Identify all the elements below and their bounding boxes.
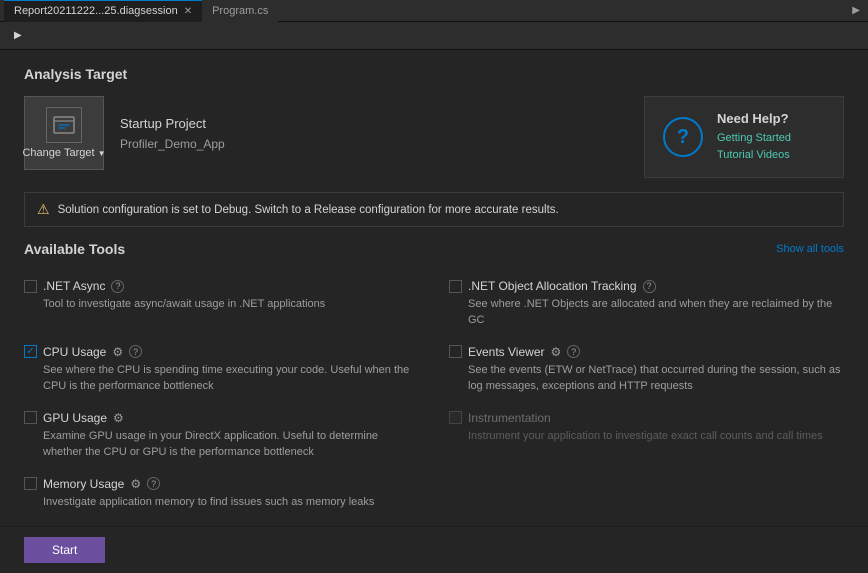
tool-desc-dotnet-object-allocation: See where .NET Objects are allocated and… — [449, 297, 844, 329]
tutorial-videos-link[interactable]: Tutorial Videos — [717, 147, 791, 164]
gear-icon-memory-usage[interactable]: ⚙ — [130, 477, 141, 491]
tab-program-cs-label: Program.cs — [212, 5, 268, 17]
dropdown-arrow: ▼ — [98, 149, 106, 158]
main-container: ▶ Analysis Target — [0, 22, 868, 573]
tool-desc-events-viewer: See the events (ETW or NetTrace) that oc… — [449, 363, 844, 395]
tool-item-instrumentation: Instrumentation Instrument your applicati… — [449, 403, 844, 469]
tab-diagsession-label: Report20211222...25.diagsession — [14, 5, 178, 17]
tool-header-row-events-viewer: Events Viewer ⚙? — [449, 345, 844, 359]
tool-name-gpu-usage: GPU Usage — [43, 411, 107, 425]
info-icon-dotnet-object-allocation[interactable]: ? — [643, 280, 656, 293]
tool-header-row-cpu-usage: CPU Usage ⚙? — [24, 345, 419, 359]
tool-checkbox-dotnet-object-allocation[interactable] — [449, 280, 462, 293]
warning-bar: ⚠ Solution configuration is set to Debug… — [24, 192, 844, 227]
analysis-target-title: Analysis Target — [24, 66, 844, 82]
tool-name-cpu-usage: CPU Usage — [43, 345, 106, 359]
tools-header: Available Tools Show all tools — [24, 241, 844, 257]
tool-desc-dotnet-async: Tool to investigate async/await usage in… — [24, 297, 419, 313]
help-box: ? Need Help? Getting Started Tutorial Vi… — [644, 96, 844, 178]
warning-icon: ⚠ — [37, 201, 50, 218]
tool-checkbox-events-viewer[interactable] — [449, 345, 462, 358]
tool-item-dotnet-object-allocation: .NET Object Allocation Tracking? See wher… — [449, 271, 844, 337]
change-target-label: Change Target ▼ — [22, 147, 105, 159]
tool-name-dotnet-async: .NET Async — [43, 279, 105, 293]
tool-checkbox-cpu-usage[interactable] — [24, 345, 37, 358]
tab-diagsession[interactable]: Report20211222...25.diagsession ✕ — [4, 0, 202, 22]
tool-item-cpu-usage: CPU Usage ⚙? See where the CPU is spending… — [24, 337, 419, 403]
startup-project-heading: Startup Project — [120, 116, 225, 131]
tool-header-row-instrumentation: Instrumentation — [449, 411, 844, 425]
analysis-target-row: Change Target ▼ Startup Project Profiler… — [24, 96, 844, 178]
tool-header-row-memory-usage: Memory Usage ⚙? — [24, 477, 419, 491]
gear-icon-gpu-usage[interactable]: ⚙ — [113, 411, 124, 425]
tool-name-instrumentation: Instrumentation — [468, 411, 551, 425]
warning-text: Solution configuration is set to Debug. … — [58, 204, 559, 216]
tool-desc-gpu-usage: Examine GPU usage in your DirectX applic… — [24, 429, 419, 461]
tool-item-memory-usage: Memory Usage ⚙? Investigate application me… — [24, 469, 419, 519]
tool-checkbox-memory-usage[interactable] — [24, 477, 37, 490]
tools-grid: .NET Async? Tool to investigate async/awa… — [24, 271, 844, 519]
info-icon-memory-usage[interactable]: ? — [147, 477, 160, 490]
title-bar: Report20211222...25.diagsession ✕ Progra… — [0, 0, 868, 22]
toolbar-arrow[interactable]: ▶ — [8, 28, 28, 43]
tool-desc-cpu-usage: See where the CPU is spending time execu… — [24, 363, 419, 395]
analysis-panel: Analysis Target Change — [0, 50, 868, 526]
tool-checkbox-gpu-usage[interactable] — [24, 411, 37, 424]
tool-header-row-dotnet-object-allocation: .NET Object Allocation Tracking? — [449, 279, 844, 293]
getting-started-link[interactable]: Getting Started — [717, 130, 791, 147]
tool-item-dotnet-async: .NET Async? Tool to investigate async/awa… — [24, 271, 419, 337]
startup-info: Startup Project Profiler_Demo_App — [120, 116, 225, 151]
bottom-bar: Start — [0, 526, 868, 573]
start-button[interactable]: Start — [24, 537, 105, 563]
tab-program-cs[interactable]: Program.cs — [202, 0, 278, 22]
tool-checkbox-dotnet-async[interactable] — [24, 280, 37, 293]
help-icon: ? — [663, 117, 703, 157]
tab-close-diagsession[interactable]: ✕ — [184, 6, 192, 17]
info-icon-cpu-usage[interactable]: ? — [129, 345, 142, 358]
gear-icon-events-viewer[interactable]: ⚙ — [550, 345, 561, 359]
change-target-icon — [46, 107, 82, 143]
project-icon — [50, 111, 78, 139]
help-title: Need Help? — [717, 111, 791, 126]
scroll-right-button[interactable]: ▶ — [848, 5, 864, 16]
help-links: Getting Started Tutorial Videos — [717, 130, 791, 163]
gear-icon-cpu-usage[interactable]: ⚙ — [112, 345, 123, 359]
show-all-tools-link[interactable]: Show all tools — [776, 243, 844, 255]
tool-header-row-dotnet-async: .NET Async? — [24, 279, 419, 293]
help-text: Need Help? Getting Started Tutorial Vide… — [717, 111, 791, 163]
tool-desc-memory-usage: Investigate application memory to find i… — [24, 495, 419, 511]
tool-desc-instrumentation: Instrument your application to investiga… — [449, 429, 844, 445]
tool-item-events-viewer: Events Viewer ⚙? See the events (ETW or Ne… — [449, 337, 844, 403]
tool-item-gpu-usage: GPU Usage ⚙ Examine GPU usage in your Dire… — [24, 403, 419, 469]
startup-project-value: Profiler_Demo_App — [120, 137, 225, 151]
tool-name-dotnet-object-allocation: .NET Object Allocation Tracking — [468, 279, 637, 293]
tools-section-title: Available Tools — [24, 241, 125, 257]
tool-checkbox-instrumentation[interactable] — [449, 411, 462, 424]
info-icon-dotnet-async[interactable]: ? — [111, 280, 124, 293]
tool-name-memory-usage: Memory Usage — [43, 477, 124, 491]
tool-name-events-viewer: Events Viewer — [468, 345, 544, 359]
tool-header-row-gpu-usage: GPU Usage ⚙ — [24, 411, 419, 425]
toolbar-strip: ▶ — [0, 22, 868, 50]
change-target-button[interactable]: Change Target ▼ — [24, 96, 104, 170]
info-icon-events-viewer[interactable]: ? — [567, 345, 580, 358]
target-left: Change Target ▼ Startup Project Profiler… — [24, 96, 225, 170]
